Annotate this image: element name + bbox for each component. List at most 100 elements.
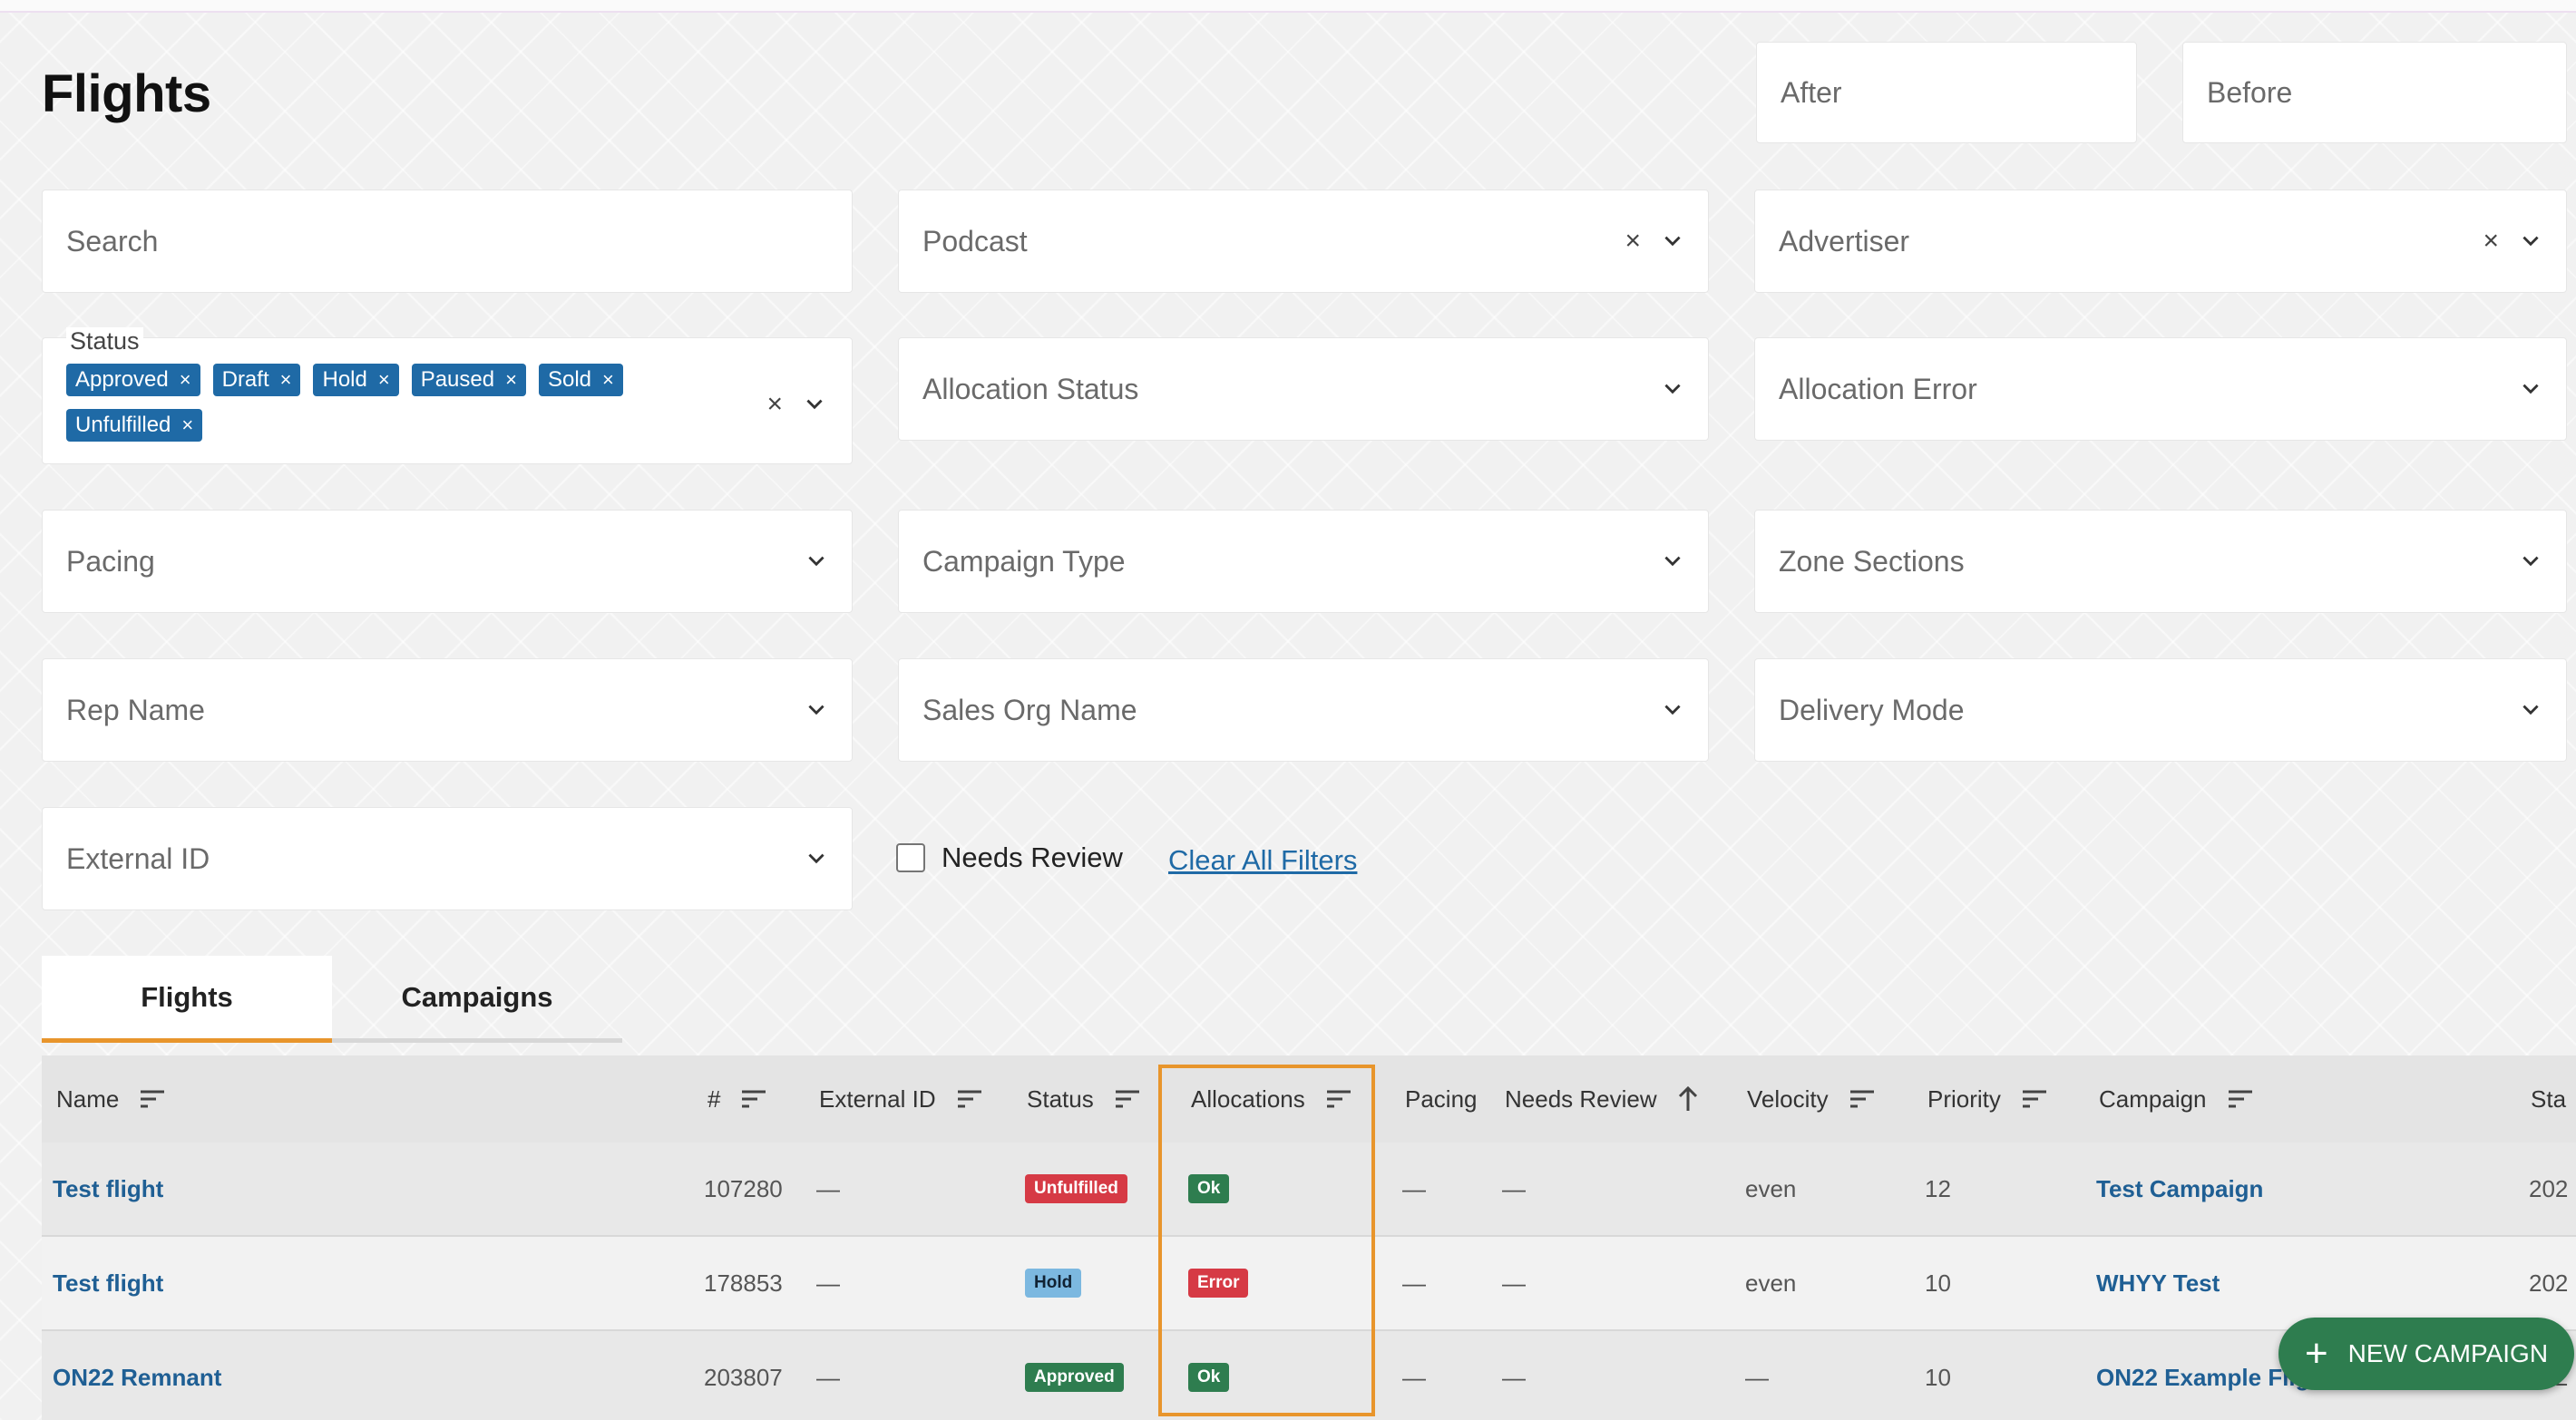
pacing-value: — (1402, 1174, 1426, 1202)
zone-sections-placeholder: Zone Sections (1779, 544, 1965, 578)
chevron-down-icon[interactable] (2519, 377, 2542, 401)
rep-name-select[interactable]: Rep Name (42, 658, 853, 762)
sort-icon[interactable] (1325, 1089, 1352, 1109)
allocation-status-select[interactable]: Allocation Status (898, 337, 1709, 441)
clear-icon[interactable]: × (2483, 228, 2499, 255)
needs-review-value: — (1502, 1363, 1526, 1391)
allocation-badge: Error (1188, 1269, 1249, 1298)
tab-campaigns[interactable]: Campaigns (332, 956, 622, 1043)
podcast-select[interactable]: Podcast × (898, 190, 1709, 293)
column-pacing[interactable]: Pacing (1405, 1055, 1478, 1143)
chevron-down-icon[interactable] (1661, 698, 1684, 722)
chip-remove-icon[interactable]: × (602, 368, 614, 392)
table-row[interactable]: Test flight 107280 — Unfulfilled Ok — — … (42, 1143, 2576, 1237)
chip-remove-icon[interactable]: × (180, 368, 191, 392)
column-status[interactable]: Status (1027, 1055, 1141, 1143)
column-number[interactable]: # (707, 1055, 767, 1143)
chevron-down-icon[interactable] (805, 847, 828, 870)
chevron-down-icon[interactable] (1661, 229, 1684, 253)
advertiser-select[interactable]: Advertiser × (1754, 190, 2567, 293)
campaign-link[interactable]: WHYY Test (2096, 1237, 2220, 1329)
column-name[interactable]: Name (56, 1055, 166, 1143)
chevron-down-icon[interactable] (2519, 698, 2542, 722)
sort-icon[interactable] (740, 1089, 767, 1109)
new-campaign-button[interactable]: + NEW CAMPAIGN (2278, 1318, 2574, 1390)
campaign-link[interactable]: ON22 Example Flig (2096, 1331, 2310, 1420)
sort-icon[interactable] (2021, 1089, 2048, 1109)
campaign-link[interactable]: Test Campaign (2096, 1143, 2263, 1235)
external-id-select[interactable]: External ID (42, 807, 853, 910)
column-label: Name (56, 1084, 120, 1113)
status-cell: Unfulfilled (1025, 1143, 1127, 1235)
chevron-down-icon[interactable] (805, 550, 828, 573)
status-select[interactable]: Status Approved × Draft × Hold × Paused × So… (42, 327, 853, 464)
flight-name-link[interactable]: Test flight (53, 1237, 163, 1329)
search-input[interactable]: Search (42, 190, 853, 293)
chevron-down-icon[interactable] (803, 393, 826, 416)
status-chip[interactable]: Paused × (411, 364, 526, 396)
column-allocations[interactable]: Allocations (1191, 1055, 1352, 1143)
sort-icon[interactable] (139, 1089, 166, 1109)
flight-name-link[interactable]: ON22 Remnant (53, 1331, 221, 1420)
table-row[interactable]: ON22 Remnant 203807 — Approved Ok — — — … (42, 1331, 2576, 1420)
after-placeholder: After (1781, 75, 1842, 109)
rep-name-placeholder: Rep Name (66, 693, 205, 726)
status-chip[interactable]: Approved × (66, 364, 200, 396)
sort-icon[interactable] (2227, 1089, 2254, 1109)
chevron-down-icon[interactable] (2519, 550, 2542, 573)
clear-icon[interactable]: × (1625, 228, 1641, 255)
clear-icon[interactable]: × (766, 391, 783, 418)
chip-remove-icon[interactable]: × (505, 368, 517, 392)
flight-number: 107280 (704, 1174, 783, 1202)
sort-icon[interactable] (1114, 1089, 1141, 1109)
column-label: External ID (819, 1084, 936, 1113)
before-date-field[interactable]: Before (2182, 42, 2567, 143)
campaign-type-placeholder: Campaign Type (922, 544, 1126, 578)
chip-remove-icon[interactable]: × (181, 413, 193, 437)
column-external-id[interactable]: External ID (819, 1055, 983, 1143)
chip-remove-icon[interactable]: × (280, 368, 292, 392)
clear-all-filters-link[interactable]: Clear All Filters (1168, 844, 1357, 877)
column-start[interactable]: Sta (2531, 1055, 2566, 1143)
chevron-down-icon[interactable] (2519, 229, 2542, 253)
velocity-value: — (1745, 1363, 1769, 1391)
velocity-value: even (1745, 1174, 1797, 1202)
column-priority[interactable]: Priority (1927, 1055, 2048, 1143)
status-chip[interactable]: Unfulfilled × (66, 409, 203, 442)
status-badge: Hold (1025, 1269, 1082, 1298)
needs-review-value: — (1502, 1174, 1526, 1202)
delivery-mode-select[interactable]: Delivery Mode (1754, 658, 2567, 762)
new-campaign-label: NEW CAMPAIGN (2347, 1339, 2549, 1367)
table-row[interactable]: Test flight 178853 — Hold Error — — even… (42, 1237, 2576, 1331)
chip-label: Draft (221, 367, 269, 392)
priority-value: 10 (1925, 1363, 1951, 1391)
campaign-type-select[interactable]: Campaign Type (898, 510, 1709, 613)
pacing-select[interactable]: Pacing (42, 510, 853, 613)
after-date-field[interactable]: After (1756, 42, 2137, 143)
chip-remove-icon[interactable]: × (378, 368, 390, 392)
allocation-error-select[interactable]: Allocation Error (1754, 337, 2567, 441)
status-chip[interactable]: Draft × (212, 364, 301, 396)
sales-org-name-placeholder: Sales Org Name (922, 693, 1137, 726)
page-title: Flights (42, 64, 211, 123)
column-campaign[interactable]: Campaign (2099, 1055, 2254, 1143)
sort-icon[interactable] (1849, 1089, 1876, 1109)
status-chip[interactable]: Sold × (538, 364, 623, 396)
chip-label: Sold (547, 367, 592, 392)
sort-icon[interactable] (956, 1089, 983, 1109)
column-velocity[interactable]: Velocity (1747, 1055, 1876, 1143)
flight-number: 203807 (704, 1363, 783, 1391)
flight-name-link[interactable]: Test flight (53, 1143, 163, 1235)
needs-review-checkbox[interactable] (896, 843, 925, 872)
column-needs-review[interactable]: Needs Review (1505, 1055, 1699, 1143)
sales-org-name-select[interactable]: Sales Org Name (898, 658, 1709, 762)
chevron-down-icon[interactable] (1661, 550, 1684, 573)
sort-ascending-icon[interactable] (1677, 1085, 1699, 1113)
chevron-down-icon[interactable] (1661, 377, 1684, 401)
status-chip[interactable]: Hold × (313, 364, 399, 396)
chevron-down-icon[interactable] (805, 698, 828, 722)
tab-flights[interactable]: Flights (42, 956, 332, 1043)
podcast-placeholder: Podcast (922, 224, 1028, 258)
priority-value: 12 (1925, 1174, 1951, 1202)
zone-sections-select[interactable]: Zone Sections (1754, 510, 2567, 613)
